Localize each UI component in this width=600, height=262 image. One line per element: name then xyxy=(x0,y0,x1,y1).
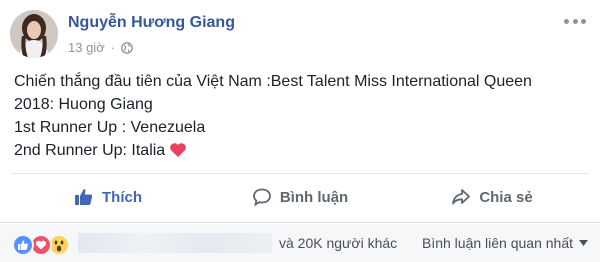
facebook-post: Nguyễn Hương Giang 13 giờ · Chiến thắng … xyxy=(0,0,600,262)
post-timestamp[interactable]: 13 giờ xyxy=(68,40,105,55)
post-text: Chiến thắng đầu tiên của Việt Nam :Best … xyxy=(14,70,589,165)
post-text-line: 2nd Runner Up: Italia xyxy=(14,142,166,159)
others-count[interactable]: và 20K người khác xyxy=(279,235,397,251)
heart-emoji-icon xyxy=(169,142,187,165)
meta-separator: · xyxy=(110,40,116,55)
action-bar: Thích Bình luận Chia sẻ xyxy=(12,176,588,218)
comment-filter-dropdown[interactable]: Bình luận liên quan nhất xyxy=(422,235,588,251)
comment-icon xyxy=(252,188,271,207)
post-meta: 13 giờ · xyxy=(68,40,133,55)
share-button[interactable]: Chia sẻ xyxy=(396,176,588,218)
reaction-summary[interactable] xyxy=(12,234,70,256)
divider xyxy=(12,173,588,174)
divider xyxy=(0,222,600,223)
share-label: Chia sẻ xyxy=(479,188,533,206)
more-options-icon[interactable] xyxy=(564,14,586,28)
comment-label: Bình luận xyxy=(279,188,349,206)
comment-button[interactable]: Bình luận xyxy=(204,176,396,218)
reactions-footer: và 20K người khác Bình luận liên quan nh… xyxy=(0,224,600,262)
post-text-line: 1st Runner Up : Venezuela xyxy=(14,119,206,136)
globe-icon[interactable] xyxy=(121,41,133,54)
post-text-line: Chiến thắng đầu tiên của Việt Nam :Best … xyxy=(14,73,532,90)
redacted-names xyxy=(78,233,272,253)
comment-filter-label: Bình luận liên quan nhất xyxy=(421,235,573,251)
post-text-line-last: 2nd Runner Up: Italia xyxy=(14,139,589,165)
share-icon xyxy=(452,189,471,205)
like-button[interactable]: Thích xyxy=(12,176,204,218)
thumbs-up-icon xyxy=(75,189,93,205)
avatar[interactable] xyxy=(10,10,58,58)
post-text-line: 2018: Huong Giang xyxy=(14,96,153,113)
author-name[interactable]: Nguyễn Hương Giang xyxy=(68,14,235,32)
like-label: Thích xyxy=(102,188,142,206)
caret-down-icon xyxy=(579,240,588,246)
like-reaction-icon xyxy=(12,234,34,256)
